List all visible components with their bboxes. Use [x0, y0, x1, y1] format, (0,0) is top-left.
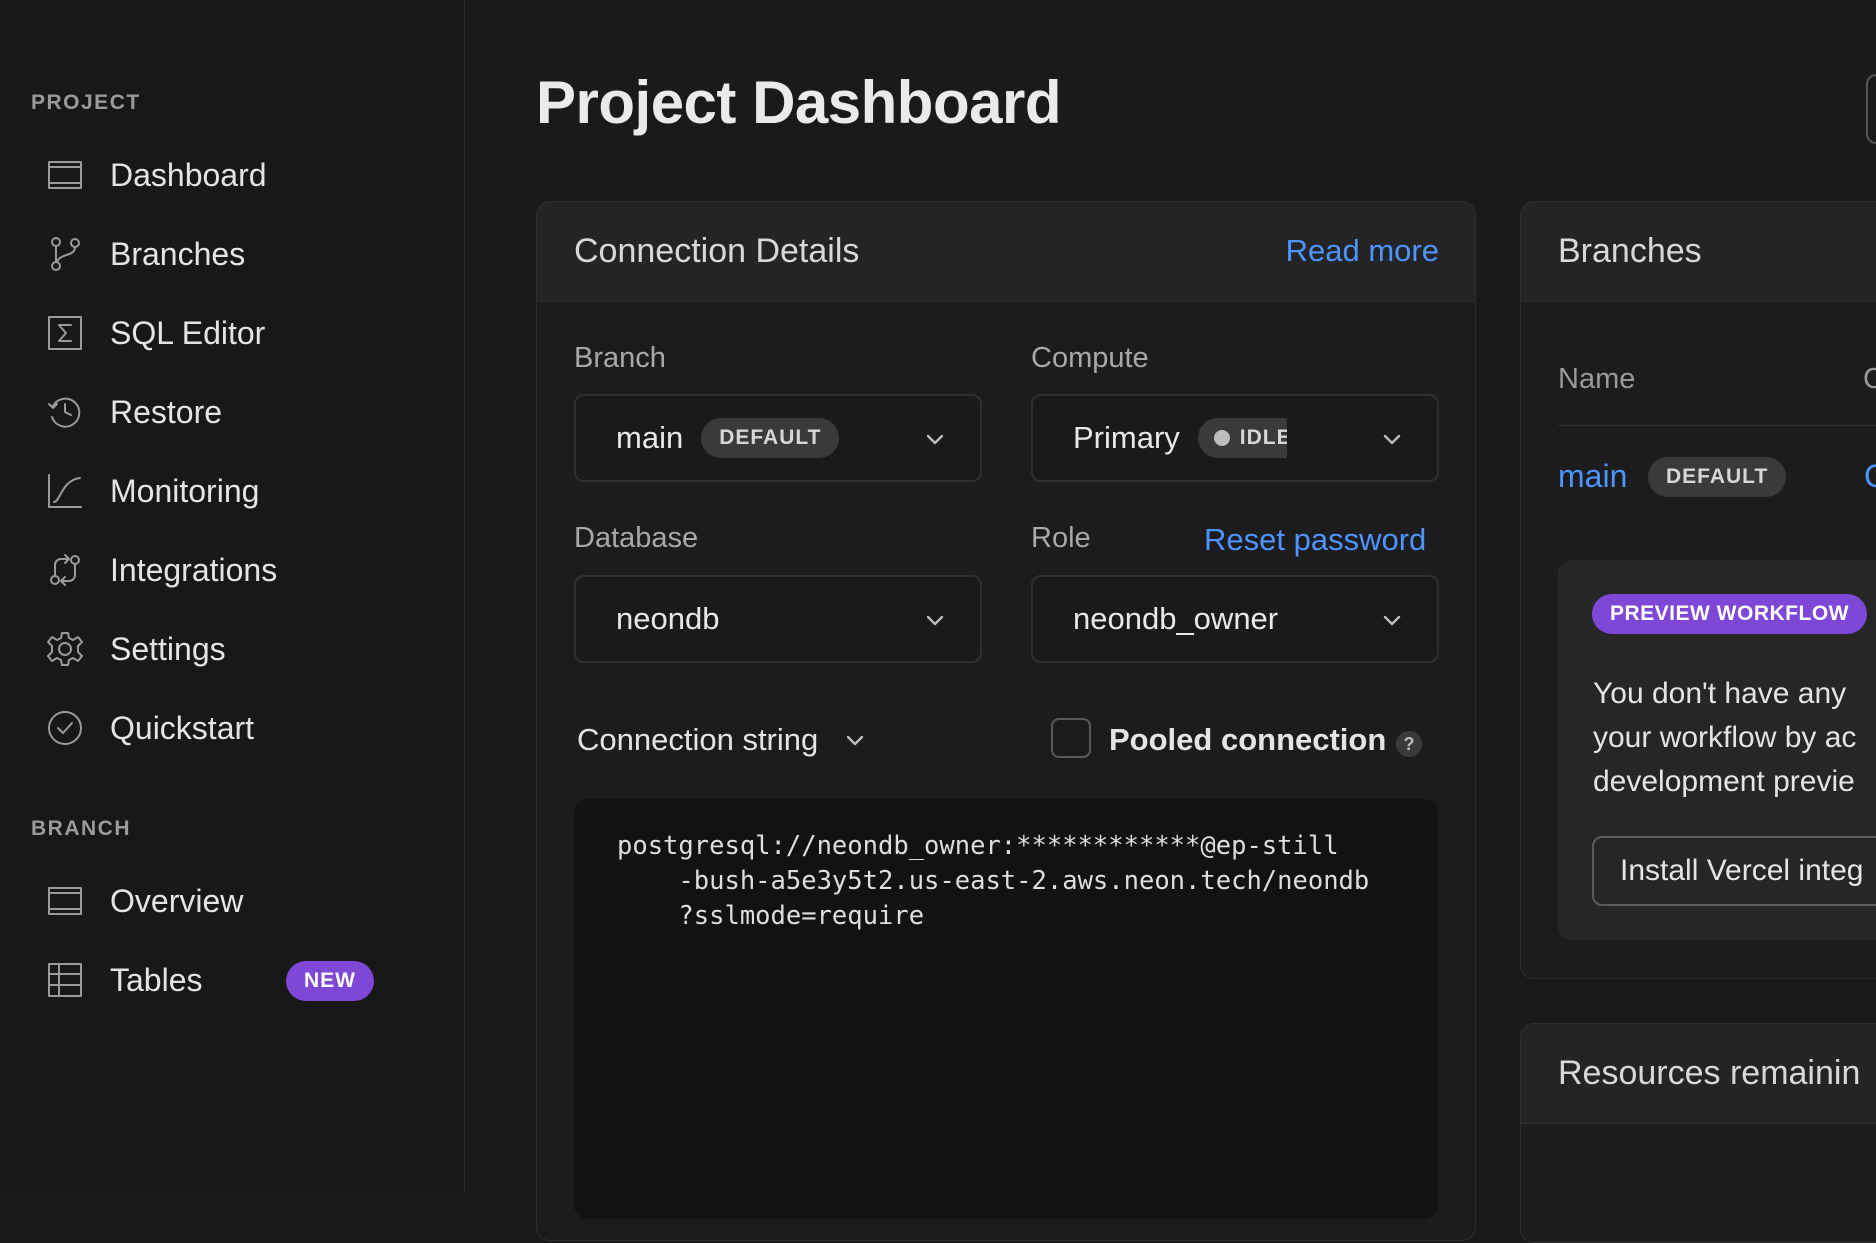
sidebar-item-overview[interactable]: Overview: [46, 873, 243, 929]
branch-select[interactable]: main DEFAULT: [574, 394, 982, 482]
restore-icon: [46, 393, 84, 431]
branch-select-value: main: [616, 420, 684, 455]
connection-string-dropdown[interactable]: Connection string: [577, 722, 866, 758]
compute-select[interactable]: Primary IDLE: [1031, 394, 1439, 482]
monitoring-icon: [46, 472, 84, 510]
gear-icon: [46, 630, 84, 668]
chevron-down-icon: [1381, 428, 1403, 450]
sidebar-item-settings[interactable]: Settings: [46, 621, 226, 677]
divider: [1558, 425, 1876, 426]
project-section-label: PROJECT: [31, 91, 141, 114]
database-select[interactable]: neondb: [574, 575, 982, 663]
sidebar-item-label: Restore: [110, 393, 223, 430]
compute-select-value: Primary: [1073, 420, 1180, 455]
card-title: Branches: [1558, 232, 1702, 270]
sidebar-item-quickstart[interactable]: Quickstart: [46, 700, 254, 756]
column-header-2: C: [1863, 363, 1876, 395]
connection-string-box[interactable]: postgresql://neondb_owner:************@e…: [574, 799, 1438, 1219]
pooled-connection-checkbox[interactable]: [1051, 718, 1091, 758]
branch-label: Branch: [574, 342, 666, 374]
chevron-down-icon: [924, 609, 946, 631]
chevron-down-icon: [924, 428, 946, 450]
new-badge: NEW: [286, 961, 374, 1001]
sidebar-item-dashboard[interactable]: Dashboard: [46, 147, 267, 203]
pooled-connection-label: Pooled connection: [1109, 722, 1387, 757]
compute-label: Compute: [1031, 342, 1149, 374]
preview-text-line: development previe: [1593, 765, 1855, 798]
sidebar-item-tables[interactable]: Tables: [46, 952, 203, 1008]
dashboard-icon: [46, 156, 84, 194]
install-vercel-button[interactable]: Install Vercel integ: [1592, 836, 1876, 906]
check-circle-icon: [46, 709, 84, 747]
overview-icon: [46, 882, 84, 920]
sidebar-item-label: Dashboard: [110, 156, 267, 193]
connection-string-text: postgresql://neondb_owner:************@e…: [617, 831, 1370, 931]
connection-string-label: Connection string: [577, 722, 819, 757]
branch-row-value[interactable]: C: [1864, 458, 1876, 495]
preview-workflow-text: You don't have any your workflow by ac d…: [1593, 672, 1856, 804]
read-more-link[interactable]: Read more: [1286, 233, 1439, 269]
header-action-button[interactable]: [1866, 74, 1876, 144]
sidebar-item-label: Settings: [110, 630, 226, 667]
sidebar: PROJECT Dashboard Branches SQL Editor Re…: [0, 0, 465, 1192]
role-select[interactable]: neondb_owner: [1031, 575, 1439, 663]
sidebar-item-label: Quickstart: [110, 709, 255, 746]
card-header: Branches: [1521, 202, 1876, 302]
column-header-name: Name: [1558, 363, 1636, 395]
preview-text-line: You don't have any: [1593, 677, 1847, 710]
status-dot-icon: [1213, 430, 1230, 446]
integrations-icon: [46, 551, 84, 589]
card-title: Connection Details: [574, 232, 860, 270]
resources-title: Resources remainin: [1558, 1054, 1861, 1092]
default-badge: DEFAULT: [1648, 457, 1787, 497]
sidebar-item-integrations[interactable]: Integrations: [46, 542, 277, 598]
page-title: Project Dashboard: [536, 69, 1061, 136]
role-select-value: neondb_owner: [1073, 601, 1279, 636]
default-badge: DEFAULT: [701, 418, 840, 458]
status-badge: IDLE: [1197, 418, 1287, 458]
sidebar-item-label: SQL Editor: [110, 314, 266, 351]
sidebar-item-label: Integrations: [110, 551, 278, 588]
reset-password-link[interactable]: Reset password: [1204, 522, 1426, 558]
chevron-down-icon: [847, 735, 864, 746]
chevron-down-icon: [1381, 609, 1403, 631]
role-label: Role: [1031, 522, 1091, 554]
sidebar-item-branches[interactable]: Branches: [46, 226, 245, 282]
preview-workflow-badge: PREVIEW WORKFLOW: [1592, 594, 1867, 634]
sidebar-item-monitoring[interactable]: Monitoring: [46, 463, 259, 519]
card-header: Connection Details Read more: [537, 202, 1475, 302]
sidebar-item-sql-editor[interactable]: SQL Editor: [46, 305, 265, 361]
sidebar-item-restore[interactable]: Restore: [46, 384, 222, 440]
sidebar-item-label: Overview: [110, 882, 244, 919]
branch-section-label: BRANCH: [31, 817, 131, 840]
sidebar-item-label: Branches: [110, 235, 246, 272]
database-label: Database: [574, 522, 699, 554]
table-icon: [46, 961, 84, 999]
sidebar-item-label: Tables: [110, 961, 203, 998]
branch-main-link[interactable]: main: [1558, 458, 1627, 495]
sql-editor-icon: [46, 314, 84, 352]
status-text: IDLE: [1239, 426, 1287, 449]
branch-icon: [46, 235, 84, 273]
help-icon[interactable]: ?: [1396, 731, 1422, 757]
preview-text-line: your workflow by ac: [1593, 721, 1857, 754]
sidebar-item-label: Monitoring: [110, 472, 260, 509]
database-select-value: neondb: [616, 601, 720, 636]
